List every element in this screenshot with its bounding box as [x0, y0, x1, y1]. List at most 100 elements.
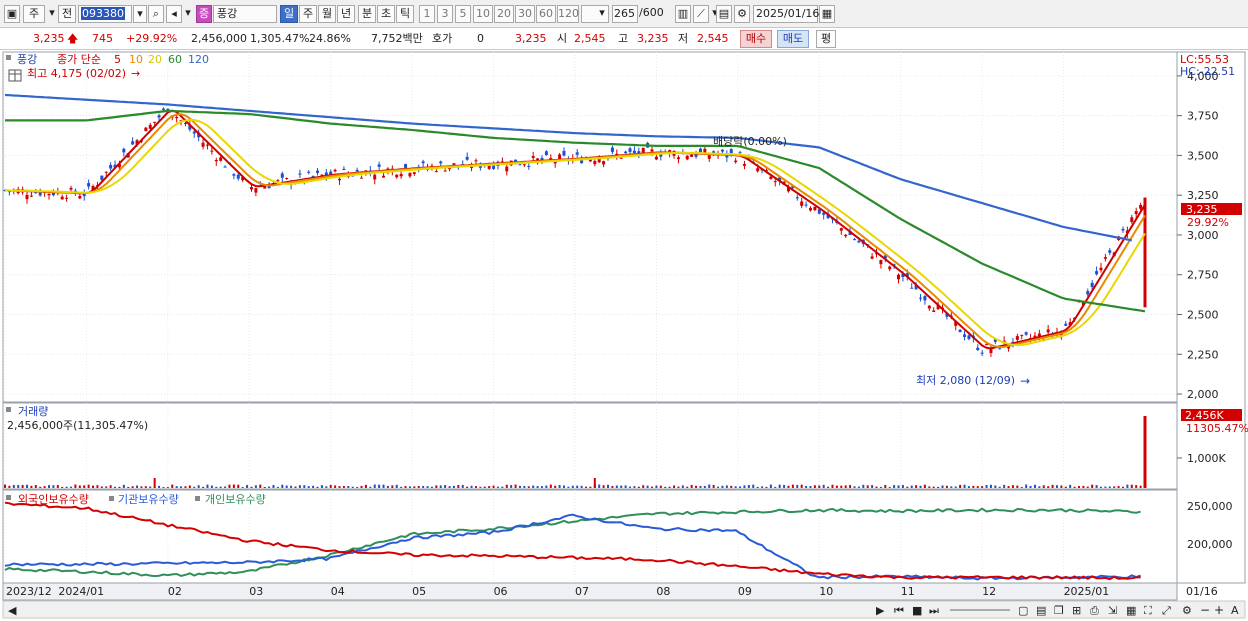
gear-icon[interactable]: ⚙ [734, 5, 750, 23]
volume-bar [48, 485, 51, 488]
current-volume-pct: 11305.47% [1186, 422, 1248, 435]
candle-body [1015, 336, 1019, 340]
save-icon[interactable]: ▤ [716, 5, 732, 23]
candle-body [408, 172, 412, 177]
volume-bar [1055, 485, 1058, 488]
line-tool-icon[interactable]: ⟋ [693, 5, 709, 23]
print-icon[interactable]: ⎙ [1090, 604, 1099, 617]
period-week-button[interactable]: 주 [299, 5, 317, 23]
candle-body [958, 329, 962, 333]
interval-5-button[interactable]: 5 [455, 5, 471, 23]
candle-body [395, 174, 399, 178]
prev-button[interactable]: 전 [58, 5, 76, 23]
volume-bar [435, 485, 438, 488]
hoga-label: 호가 [432, 32, 453, 45]
period-month-button[interactable]: 월 [318, 5, 336, 23]
candle-body [619, 157, 623, 159]
stop-icon[interactable]: ■ [912, 604, 922, 617]
expand-icon[interactable]: ⤢ [1162, 604, 1171, 617]
volume-bar [972, 485, 975, 488]
period-minute-button[interactable]: 분 [358, 5, 376, 23]
interval-3-button[interactable]: 3 [437, 5, 453, 23]
candle-body [844, 234, 848, 237]
volume-bar [893, 485, 896, 488]
interval-10-button[interactable]: 10 [473, 5, 493, 23]
volume-bar [470, 485, 473, 488]
scroll-left-icon[interactable]: ◀ [8, 604, 17, 617]
interval-20-button[interactable]: 20 [494, 5, 514, 23]
period-second-button[interactable]: 초 [377, 5, 395, 23]
interval-1-button[interactable]: 1 [419, 5, 435, 23]
copy-icon[interactable]: ❐ [1054, 604, 1064, 617]
panel-menu-icon[interactable] [109, 496, 114, 501]
candle-body [25, 194, 29, 200]
candle-type-icon[interactable]: ▥ [675, 5, 691, 23]
interval-120-button[interactable]: 120 [557, 5, 579, 23]
volume-bar [364, 484, 367, 488]
period-year-button[interactable]: 년 [337, 5, 355, 23]
candle-body [342, 168, 346, 170]
stock-chart[interactable]: 4,0003,7503,5003,2503,0002,7502,5002,250… [0, 50, 1248, 621]
search-icon[interactable]: ⌕ [148, 5, 164, 23]
panel-menu-icon[interactable] [6, 407, 11, 412]
interval-60-button[interactable]: 60 [536, 5, 556, 23]
volume-bar [862, 484, 865, 488]
candle-body [267, 186, 271, 189]
period-tick-button[interactable]: 틱 [396, 5, 414, 23]
text-size-icon[interactable]: A [1231, 604, 1239, 617]
panel-menu-icon[interactable] [6, 55, 11, 60]
volume-bar [558, 485, 561, 488]
candle-body [1090, 282, 1094, 288]
volume-bar [787, 485, 790, 488]
zoom-in-icon[interactable]: + [1214, 603, 1224, 617]
panel-menu-icon[interactable] [195, 496, 200, 501]
volume-bar [523, 485, 526, 488]
fit-icon[interactable]: ⛶ [1144, 604, 1152, 617]
volume-bar [708, 484, 711, 488]
zoom-out-icon[interactable]: − [1200, 603, 1210, 617]
candle-body [157, 115, 161, 118]
volume-bar [629, 486, 632, 488]
speaker-icon[interactable]: ◂ [166, 5, 182, 23]
stock-name-field[interactable]: 풍강 [213, 5, 277, 23]
layout-icon[interactable]: ▤ [1036, 604, 1046, 617]
volume-bar [501, 486, 504, 488]
candle-body [773, 181, 777, 183]
code-dropdown-icon[interactable]: ▾ [133, 5, 147, 23]
sell-button[interactable]: 매도 [777, 30, 809, 48]
volume-bar [382, 484, 385, 488]
jump-start-icon[interactable]: ⏮ [894, 604, 904, 617]
interval-30-button[interactable]: 30 [515, 5, 535, 23]
volume-bar [721, 485, 724, 488]
candle-body [122, 148, 126, 153]
split-icon[interactable]: ⊞ [1072, 604, 1081, 617]
candle-body [316, 170, 320, 173]
calendar-icon[interactable]: ▦ [819, 5, 835, 23]
chevron-down-icon[interactable]: ▾ [47, 5, 57, 23]
stock-code-input[interactable]: 093380 [78, 5, 132, 23]
jump-end-icon[interactable]: ⏭ [929, 604, 939, 617]
mode-select[interactable]: 주 [23, 5, 45, 23]
panel-menu-icon[interactable] [6, 495, 11, 500]
export-icon[interactable]: ⇲ [1108, 604, 1117, 617]
candle-body [1139, 204, 1143, 209]
count-input[interactable]: 265 [612, 5, 638, 23]
scroll-right-icon[interactable]: ▶ [876, 604, 885, 617]
volume-bar [646, 485, 649, 488]
window-menu-icon[interactable]: ▣ [4, 5, 20, 23]
date-input[interactable]: 2025/01/16 [753, 5, 819, 23]
volume-bar [756, 486, 759, 488]
x-axis-label: 2023/12 [6, 585, 52, 598]
grid-icon[interactable]: ▦ [1126, 604, 1136, 617]
chevron-down-icon[interactable]: ▾ [183, 5, 193, 23]
volume-bar [285, 485, 288, 488]
buy-button[interactable]: 매수 [740, 30, 772, 48]
window-restore-icon[interactable]: ▢ [1018, 604, 1028, 617]
volume-bar [945, 485, 948, 488]
period-day-button[interactable]: 일 [280, 5, 298, 23]
chevron-down-icon[interactable]: ▾ [595, 5, 609, 23]
settings-icon[interactable]: ⚙ [1182, 604, 1192, 617]
open-label: 시 [557, 32, 568, 45]
volume-bar [378, 484, 381, 488]
eval-button[interactable]: 평 [816, 30, 836, 48]
